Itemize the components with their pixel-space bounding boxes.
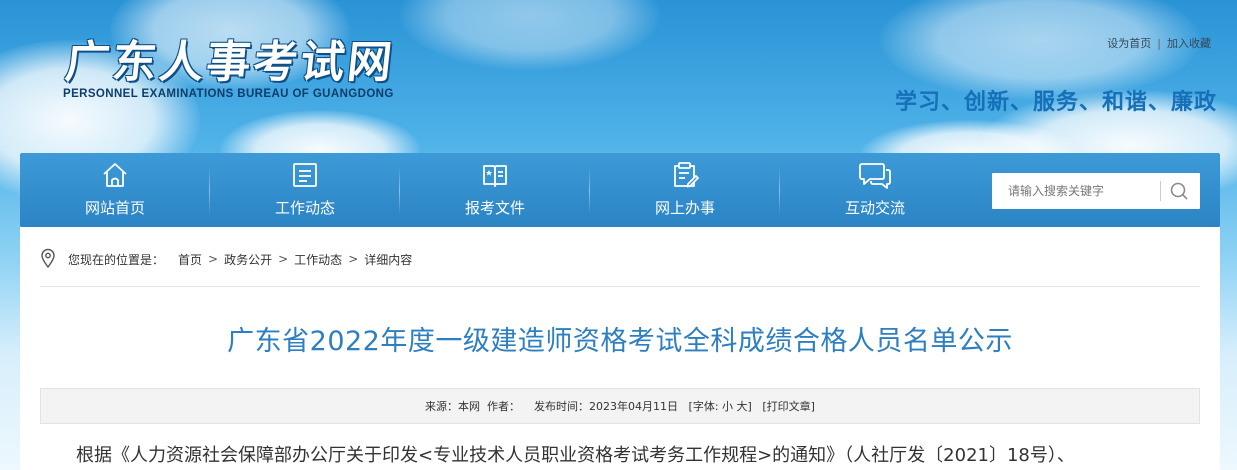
meta-date-label: 发布时间： — [534, 400, 590, 413]
site-logo-title[interactable]: 广东人事考试网 — [63, 26, 399, 90]
search-input[interactable] — [992, 173, 1158, 209]
meta-author-label: 作者： — [487, 400, 521, 413]
article-body-first-line: 根据《人力资源社会保障部办公厅关于印发<专业技术人员职业资格考试考务工作规程>的… — [76, 445, 1075, 466]
breadcrumb-arrow: > — [278, 252, 289, 266]
breadcrumb-arrow: > — [208, 252, 219, 266]
home-icon — [101, 161, 129, 193]
breadcrumb: 您现在的位置是： 首页 > 政务公开 > 工作动态 > 详细内容 — [40, 247, 412, 271]
meta-font-label: [字体: — [688, 400, 719, 413]
site-slogan: 学习、创新、服务、和谐、廉政 — [894, 90, 1217, 115]
set-homepage-link[interactable]: 设为首页 — [1107, 37, 1151, 50]
breadcrumb-current: 详细内容 — [364, 252, 413, 267]
breadcrumb-work-news[interactable]: 工作动态 — [294, 251, 342, 268]
add-favorite-link[interactable]: 加入收藏 — [1167, 37, 1211, 50]
cloud-decoration — [400, 0, 660, 70]
content-panel: 您现在的位置是： 首页 > 政务公开 > 工作动态 > 详细内容 广东省2022… — [20, 227, 1220, 470]
nav-label-work-news: 工作动态 — [274, 199, 335, 217]
article-title: 广东省2022年度一级建造师资格考试全科成绩合格人员名单公示 — [227, 326, 1013, 357]
breadcrumb-government-affairs[interactable]: 政务公开 — [224, 251, 272, 268]
site-logo-subtitle: PERSONNEL EXAMINATIONS BUREAU OF GUANGDO… — [63, 88, 394, 100]
nav-label-home: 网站首页 — [84, 199, 145, 217]
font-size-large-button[interactable]: 大 — [737, 398, 748, 414]
font-size-small-button[interactable]: 小 — [722, 398, 733, 414]
nav-label-online-services: 网上办事 — [654, 199, 715, 217]
breadcrumb-arrow: > — [348, 252, 359, 266]
breadcrumb-divider — [40, 286, 1200, 287]
article-meta-bar: 来源： 本网 作者： 发布时间： 2023年04月11日 [字体: 小 大] [打印… — [40, 388, 1200, 424]
main-nav: 网站首页 工作动态 报考文件 网上办事 互动交流 请输入搜索关键字 — [20, 153, 1220, 227]
search-box — [992, 173, 1200, 209]
nav-item-exam-documents[interactable]: 报考文件 — [400, 153, 590, 227]
nav-label-interaction: 互动交流 — [844, 199, 905, 217]
print-article-button[interactable]: [打印文章] — [762, 398, 815, 414]
meta-date: 2023年04月11日 — [589, 400, 679, 413]
search-divider — [1160, 181, 1161, 201]
nav-item-interaction[interactable]: 互动交流 — [780, 153, 970, 227]
nav-item-work-news[interactable]: 工作动态 — [210, 153, 400, 227]
location-pin-icon — [40, 248, 56, 271]
nav-item-online-services[interactable]: 网上办事 — [590, 153, 780, 227]
search-icon — [1164, 182, 1194, 209]
nav-label-exam-documents: 报考文件 — [464, 199, 525, 217]
clipboard-edit-icon — [671, 161, 699, 193]
link-separator: | — [1157, 37, 1161, 50]
chat-bubbles-icon — [858, 161, 892, 195]
nav-item-home[interactable]: 网站首页 — [20, 153, 210, 227]
breadcrumb-home[interactable]: 首页 — [178, 251, 202, 268]
search-button[interactable] — [1164, 177, 1194, 205]
top-links: 设为首页 | 加入收藏 — [1107, 35, 1211, 51]
breadcrumb-prefix: 您现在的位置是： — [68, 252, 165, 267]
meta-source: 本网 — [458, 400, 481, 413]
news-list-icon — [291, 161, 319, 193]
meta-source-label: 来源： — [425, 400, 459, 413]
open-book-icon — [481, 161, 509, 193]
